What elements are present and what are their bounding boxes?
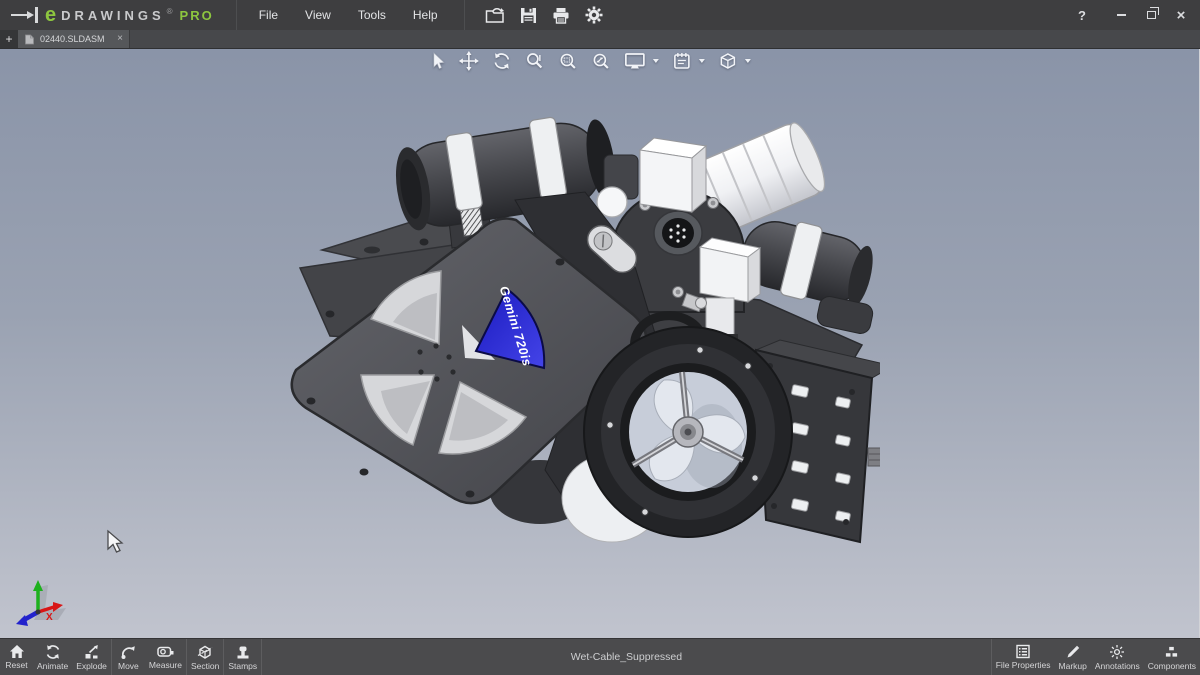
section-button[interactable]: Section bbox=[187, 639, 223, 675]
reset-button[interactable]: Reset bbox=[0, 639, 33, 675]
logo-name: DRAWINGS bbox=[61, 8, 165, 23]
restore-icon bbox=[1147, 11, 1156, 19]
full-screen-icon bbox=[623, 51, 645, 71]
stamp-icon bbox=[235, 644, 251, 660]
rotate-icon bbox=[491, 51, 511, 71]
print-button[interactable] bbox=[552, 7, 570, 24]
select-tool-button[interactable] bbox=[429, 51, 445, 71]
zoom-fit-icon bbox=[590, 51, 610, 71]
help-button[interactable]: ? bbox=[1078, 8, 1086, 23]
components-button[interactable]: Components bbox=[1144, 639, 1200, 675]
pencil-icon bbox=[1065, 644, 1081, 660]
markup-button[interactable]: Markup bbox=[1055, 639, 1091, 675]
logo-registered-mark: ® bbox=[167, 7, 173, 16]
settings-button[interactable] bbox=[585, 6, 603, 24]
status-message: Wet-Cable_Suppressed bbox=[262, 639, 991, 675]
save-floppy-icon bbox=[520, 7, 537, 24]
file-properties-label: File Properties bbox=[996, 661, 1051, 670]
logo-pro: PRO bbox=[180, 8, 214, 23]
open-button[interactable] bbox=[485, 7, 505, 24]
file-properties-button[interactable]: File Properties bbox=[992, 639, 1055, 675]
file-properties-icon bbox=[1015, 644, 1031, 659]
new-tab-button[interactable]: + bbox=[0, 30, 18, 48]
printer-icon bbox=[552, 7, 570, 24]
document-tab[interactable]: 02440.SLDASM × bbox=[18, 30, 130, 48]
home-icon bbox=[9, 644, 25, 659]
measure-label: Measure bbox=[149, 661, 182, 670]
tab-bar: + 02440.SLDASM × bbox=[0, 30, 1200, 49]
annotations-button[interactable]: Annotations bbox=[1091, 639, 1144, 675]
titlebar-right: ? × bbox=[1078, 5, 1200, 25]
menu-file[interactable]: File bbox=[259, 8, 278, 22]
stamps-label: Stamps bbox=[228, 662, 257, 671]
logo-arrow-icon bbox=[10, 6, 40, 24]
full-screen-button[interactable] bbox=[623, 51, 645, 71]
quick-toolbar bbox=[464, 0, 603, 30]
annotations-label: Annotations bbox=[1095, 662, 1140, 671]
rotate-tool-button[interactable] bbox=[491, 51, 511, 71]
stamps-button[interactable]: Stamps bbox=[224, 639, 261, 675]
menu-view[interactable]: View bbox=[305, 8, 331, 22]
zoom-fit-button[interactable] bbox=[590, 51, 610, 71]
3d-model: Gemini 720is bbox=[280, 85, 880, 565]
markup-pad-dropdown-caret[interactable] bbox=[698, 59, 704, 63]
markup-pad-button[interactable] bbox=[671, 51, 691, 71]
save-button[interactable] bbox=[520, 7, 537, 24]
animate-label: Animate bbox=[37, 662, 68, 671]
close-button[interactable]: × bbox=[1168, 5, 1194, 25]
tab-title: 02440.SLDASM bbox=[40, 34, 105, 44]
view-toolbar bbox=[429, 51, 750, 71]
tab-close-icon[interactable]: × bbox=[117, 34, 123, 44]
mouse-cursor bbox=[104, 528, 128, 556]
markup-pad-icon bbox=[671, 51, 691, 71]
app-logo: e DRAWINGS ® PRO bbox=[10, 5, 214, 25]
viewport-canvas[interactable]: Gemini 720is bbox=[0, 49, 1200, 638]
section-label: Section bbox=[191, 662, 219, 671]
minimize-icon bbox=[1117, 14, 1126, 16]
zoom-window-button[interactable] bbox=[557, 51, 577, 71]
minimize-button[interactable] bbox=[1108, 5, 1134, 25]
move-button[interactable]: Move bbox=[112, 639, 145, 675]
menu-tools[interactable]: Tools bbox=[358, 8, 386, 22]
triad-x-label: X bbox=[46, 612, 53, 623]
measure-icon bbox=[157, 644, 174, 659]
markup-label: Markup bbox=[1059, 662, 1087, 671]
measure-button[interactable]: Measure bbox=[145, 639, 186, 675]
orientation-triad: X bbox=[8, 578, 78, 630]
full-screen-dropdown-caret[interactable] bbox=[652, 59, 658, 63]
model-thruster bbox=[584, 327, 792, 537]
menu-bar: File View Tools Help bbox=[236, 0, 438, 30]
explode-label: Explode bbox=[76, 662, 107, 671]
edrawings-window: e DRAWINGS ® PRO File View Tools Help bbox=[0, 0, 1200, 675]
view-orientation-dropdown-caret[interactable] bbox=[744, 59, 750, 63]
reset-label: Reset bbox=[5, 661, 27, 670]
zoom-window-icon bbox=[557, 51, 577, 71]
components-label: Components bbox=[1148, 662, 1196, 671]
move-label: Move bbox=[118, 662, 139, 671]
gear-icon bbox=[585, 6, 603, 24]
open-folder-icon bbox=[485, 7, 505, 24]
pan-tool-button[interactable] bbox=[458, 51, 478, 71]
status-bar: Reset Animate Explode bbox=[0, 638, 1200, 675]
components-icon bbox=[1163, 644, 1180, 660]
zoom-tool-button[interactable] bbox=[524, 51, 544, 71]
explode-icon bbox=[84, 644, 100, 660]
move-icon bbox=[120, 644, 136, 660]
menu-help[interactable]: Help bbox=[413, 8, 438, 22]
annotations-icon bbox=[1109, 644, 1125, 660]
pan-icon bbox=[458, 51, 478, 71]
document-icon bbox=[24, 34, 35, 45]
animate-icon bbox=[45, 644, 61, 660]
view-orientation-button[interactable] bbox=[717, 51, 737, 71]
explode-button[interactable]: Explode bbox=[72, 639, 111, 675]
select-arrow-icon bbox=[429, 51, 445, 71]
section-icon bbox=[197, 644, 213, 660]
view-cube-icon bbox=[717, 51, 737, 71]
restore-button[interactable] bbox=[1138, 5, 1164, 25]
logo-e: e bbox=[45, 5, 56, 25]
zoom-icon bbox=[524, 51, 544, 71]
animate-button[interactable]: Animate bbox=[33, 639, 72, 675]
title-bar: e DRAWINGS ® PRO File View Tools Help bbox=[0, 0, 1200, 30]
